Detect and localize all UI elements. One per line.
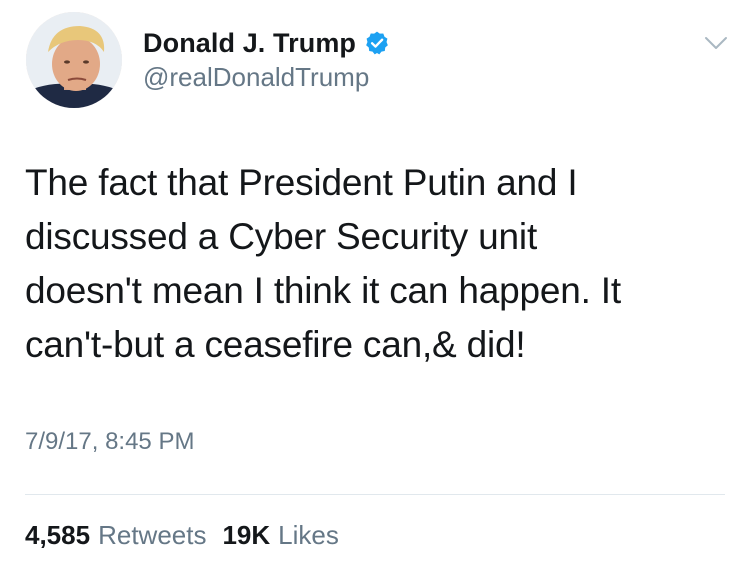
tweet-text-line: discussed a Cyber Security unit: [25, 216, 538, 257]
verified-badge-icon: [364, 30, 390, 56]
tweet-timestamp[interactable]: 7/9/17, 8:45 PM: [25, 428, 194, 456]
tweet-text-line: doesn't mean I think it can happen. It: [25, 270, 621, 311]
author-info: Donald J. Trump @realDonaldTrump: [143, 26, 390, 93]
retweets-count: 4,585: [25, 520, 91, 550]
author-name-row: Donald J. Trump: [143, 26, 390, 60]
tweet-text-line: The fact that President Putin and I: [25, 162, 578, 203]
likes-label: Likes: [278, 520, 339, 550]
tweet-stats: 4,585 Retweets 19K Likes: [25, 520, 339, 551]
tweet-text-line: can't-but a ceasefire can,& did!: [25, 324, 526, 365]
retweets-label: Retweets: [98, 520, 207, 550]
avatar-image: [26, 12, 122, 108]
chevron-down-icon[interactable]: [704, 34, 728, 52]
retweets-stat[interactable]: 4,585 Retweets: [25, 520, 206, 551]
avatar[interactable]: [26, 12, 122, 108]
likes-count: 19K: [222, 520, 271, 550]
divider: [25, 494, 725, 495]
author-handle[interactable]: @realDonaldTrump: [143, 62, 390, 93]
likes-stat[interactable]: 19K Likes: [222, 520, 338, 551]
tweet-card: Donald J. Trump @realDonaldTrump The fac…: [0, 0, 750, 576]
author-display-name[interactable]: Donald J. Trump: [143, 28, 356, 59]
tweet-text: The fact that President Putin and I disc…: [25, 156, 725, 372]
